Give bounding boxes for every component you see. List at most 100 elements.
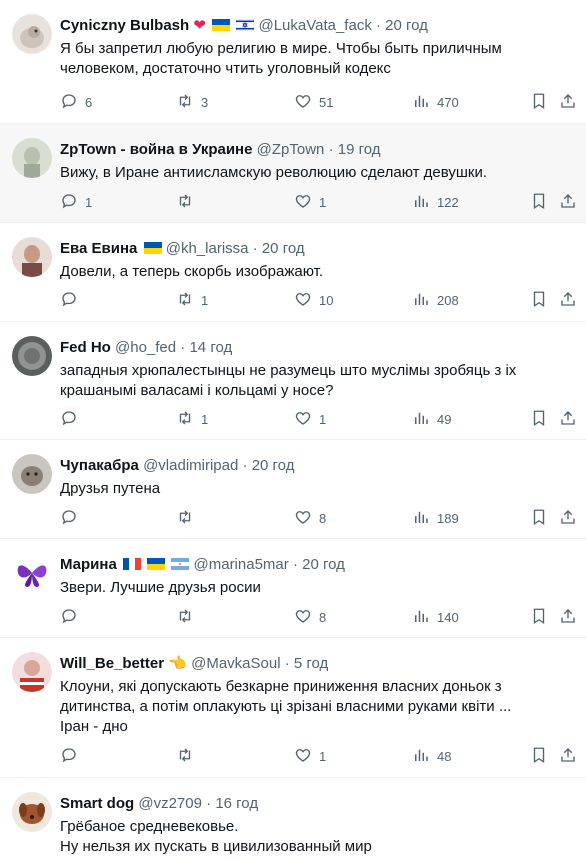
views-button[interactable]: 49 <box>412 408 451 430</box>
avatar[interactable] <box>12 792 52 832</box>
display-name[interactable]: Fed Ho <box>60 339 111 356</box>
tweet-header: Марина @marina5mar · 20 год <box>60 555 578 575</box>
share-button[interactable] <box>559 507 577 529</box>
reply-button[interactable] <box>60 408 85 430</box>
tweet-text-line: Клоуни, які допускають безкарне принижен… <box>60 678 502 695</box>
tweet-item[interactable]: Will_Be_better 👈 @MavkaSoul · 5 год Клоу… <box>0 638 586 778</box>
retweet-button[interactable] <box>176 745 201 767</box>
timestamp[interactable]: 20 год <box>302 556 345 573</box>
timestamp[interactable]: 20 год <box>252 457 295 474</box>
user-handle[interactable]: @vladimiripad <box>143 457 238 474</box>
display-name[interactable]: Will_Be_better <box>60 655 164 672</box>
views-button[interactable]: 140 <box>412 606 459 628</box>
like-button[interactable]: 8 <box>294 606 326 628</box>
display-name[interactable]: Чупакабра <box>60 457 139 474</box>
tweet-item[interactable]: ZpTown - война в Украине @ZpTown · 19 го… <box>0 124 586 223</box>
reply-icon <box>60 290 78 311</box>
views-button[interactable]: 208 <box>412 289 459 311</box>
display-name[interactable]: Марина <box>60 556 117 573</box>
avatar[interactable] <box>12 237 52 277</box>
timestamp[interactable]: 14 год <box>189 339 232 356</box>
bookmark-button[interactable] <box>530 191 548 213</box>
user-handle[interactable]: @LukaVata_fack <box>258 17 371 34</box>
tweet-text: Я бы запретил любую религию в мире. Чтоб… <box>60 39 572 79</box>
views-button[interactable]: 122 <box>412 191 459 213</box>
timestamp[interactable]: 20 год <box>262 240 305 257</box>
reply-button[interactable] <box>60 745 85 767</box>
retweet-button[interactable]: 3 <box>176 91 208 113</box>
share-button[interactable] <box>559 606 577 628</box>
views-button[interactable]: 470 <box>412 91 459 113</box>
display-name[interactable]: Smart dog <box>60 795 134 812</box>
avatar[interactable] <box>12 652 52 692</box>
reply-button[interactable]: 1 <box>60 191 92 213</box>
display-name[interactable]: ZpTown - война в Украине <box>60 141 252 158</box>
user-handle[interactable]: @kh_larissa <box>166 240 249 257</box>
reply-button[interactable] <box>60 289 85 311</box>
share-button[interactable] <box>559 191 577 213</box>
tweet-item[interactable]: Smart dog @vz2709 · 16 год Грёбаное сред… <box>0 778 586 860</box>
views-button[interactable]: 189 <box>412 507 459 529</box>
avatar[interactable] <box>12 138 52 178</box>
separator-dot: · <box>328 141 334 158</box>
avatar[interactable] <box>12 336 52 376</box>
tweet-item[interactable]: Марина @marina5mar · 20 год Звери. Лучши… <box>0 539 586 638</box>
like-button[interactable]: 51 <box>294 91 333 113</box>
reply-button[interactable] <box>60 606 85 628</box>
tweet-item[interactable]: Ева Евина @kh_larissa · 20 год Довели, а… <box>0 223 586 322</box>
user-handle[interactable]: @marina5mar <box>194 556 289 573</box>
timestamp[interactable]: 19 год <box>338 141 381 158</box>
separator-dot: · <box>284 655 290 672</box>
tweet-item[interactable]: Чупакабра @vladimiripad · 20 год Друзья … <box>0 440 586 539</box>
retweet-button[interactable]: 1 <box>176 408 208 430</box>
user-handle[interactable]: @ZpTown <box>257 141 325 158</box>
bookmark-button[interactable] <box>530 745 548 767</box>
like-button[interactable]: 1 <box>294 408 326 430</box>
tweet-header: Will_Be_better 👈 @MavkaSoul · 5 год <box>60 654 578 674</box>
view-count: 48 <box>437 748 452 764</box>
share-button[interactable] <box>559 289 577 311</box>
tweet-item[interactable]: Fed Ho @ho_fed · 14 год западныя хрюпале… <box>0 322 586 440</box>
retweet-icon <box>176 746 194 767</box>
avatar[interactable] <box>12 454 52 494</box>
reply-button[interactable] <box>60 507 85 529</box>
user-handle[interactable]: @vz2709 <box>138 795 202 812</box>
retweet-button[interactable]: 1 <box>176 289 208 311</box>
retweet-button[interactable] <box>176 507 201 529</box>
share-button[interactable] <box>559 91 577 113</box>
bookmark-button[interactable] <box>530 91 548 113</box>
reply-button[interactable]: 6 <box>60 91 92 113</box>
timestamp[interactable]: 5 год <box>294 655 328 672</box>
user-handle[interactable]: @MavkaSoul <box>191 655 280 672</box>
bookmark-button[interactable] <box>530 408 548 430</box>
timestamp[interactable]: 20 год <box>385 17 428 34</box>
retweet-button[interactable] <box>176 191 201 213</box>
tweet-item[interactable]: Cyniczny Bulbash ❤ @LukaVata_fack · 20 г… <box>0 0 586 124</box>
views-icon <box>412 409 430 430</box>
avatar[interactable] <box>12 553 52 593</box>
tweet-actions: 8 140 <box>60 606 586 628</box>
share-button[interactable] <box>559 408 577 430</box>
tweet-actions: 1 1 122 <box>60 191 586 213</box>
ukraine-flag-icon <box>143 240 162 254</box>
user-handle[interactable]: @ho_fed <box>115 339 176 356</box>
retweet-button[interactable] <box>176 606 201 628</box>
display-name[interactable]: Cyniczny Bulbash <box>60 17 189 34</box>
like-button[interactable]: 10 <box>294 289 333 311</box>
bookmark-button[interactable] <box>530 606 548 628</box>
bookmark-icon <box>530 92 548 113</box>
like-button[interactable]: 1 <box>294 745 326 767</box>
heart-icon <box>294 290 312 311</box>
heart-icon <box>294 746 312 767</box>
bookmark-button[interactable] <box>530 289 548 311</box>
like-button[interactable]: 8 <box>294 507 326 529</box>
display-name[interactable]: Ева Евина <box>60 240 137 257</box>
timestamp[interactable]: 16 год <box>215 795 258 812</box>
reply-icon <box>60 508 78 529</box>
share-button[interactable] <box>559 745 577 767</box>
avatar[interactable] <box>12 14 52 54</box>
like-button[interactable]: 1 <box>294 191 326 213</box>
bookmark-button[interactable] <box>530 507 548 529</box>
views-button[interactable]: 48 <box>412 745 451 767</box>
tweet-text-line: Довели, а теперь скорбь изображают. <box>60 263 323 280</box>
